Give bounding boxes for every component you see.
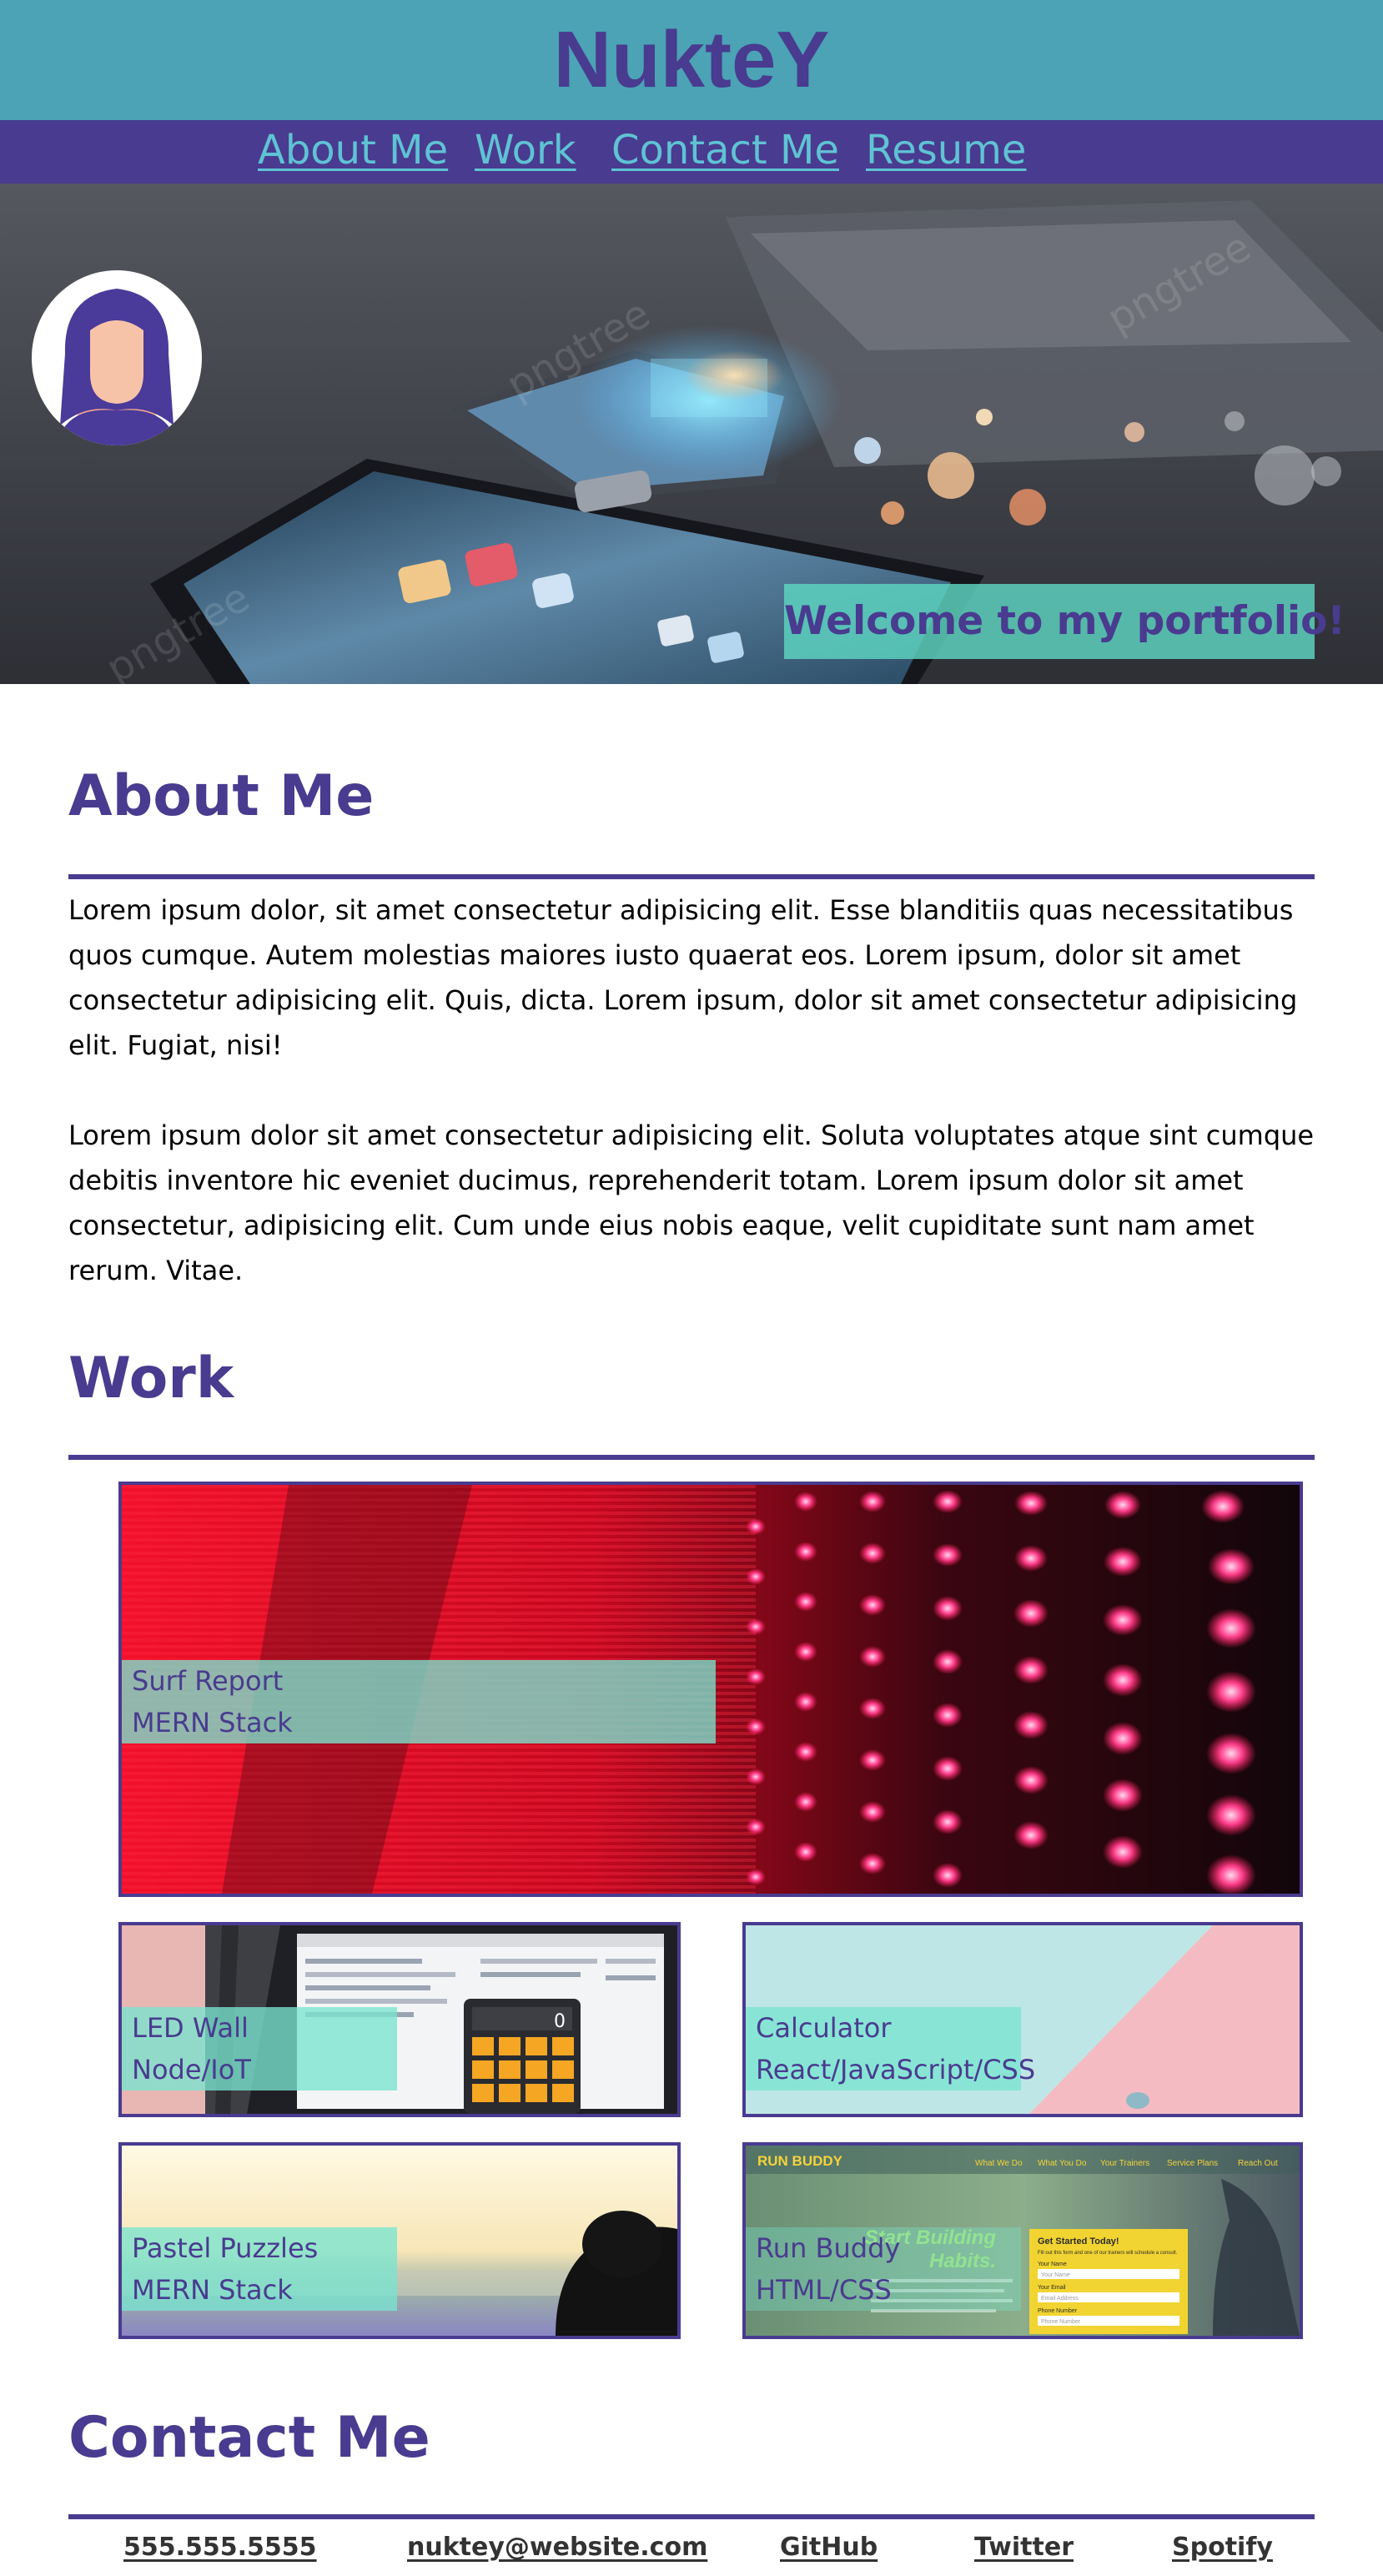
contact-divider — [68, 2514, 1315, 2519]
run-buddy-field-label: Your Email — [1038, 2285, 1066, 2291]
project-title: LED Wall — [132, 2012, 249, 2044]
project-stack: HTML/CSS — [756, 2274, 892, 2306]
project-card-calculator[interactable]: Calculator React/JavaScript/CSS — [742, 1922, 1303, 2117]
project-stack: MERN Stack — [132, 1707, 293, 1738]
work-heading: Work — [68, 1346, 234, 1411]
run-buddy-nav-item: Your Trainers — [1100, 2159, 1149, 2168]
project-label: LED Wall Node/IoT — [122, 2007, 397, 2090]
nav-link-contact[interactable]: Contact Me — [611, 125, 839, 175]
work-divider — [68, 1455, 1315, 1460]
avatar — [32, 270, 202, 445]
welcome-banner: Welcome to my portfolio! — [784, 584, 1345, 659]
nav-bar: About Me Work Contact Me Resume — [0, 120, 1383, 184]
contact-heading: Contact Me — [68, 2405, 430, 2471]
project-title: Surf Report — [132, 1665, 284, 1697]
about-divider — [68, 874, 1315, 879]
about-heading: About Me — [68, 763, 375, 829]
project-stack: React/JavaScript/CSS — [756, 2054, 1036, 2085]
run-buddy-form-desc: Fill out this form and one of our traine… — [1038, 2251, 1178, 2256]
nav-link-work[interactable]: Work — [475, 125, 576, 175]
project-label: Run Buddy HTML/CSS — [746, 2227, 1021, 2311]
run-buddy-field-placeholder: Your Name — [1041, 2272, 1070, 2278]
about-paragraph-2: Lorem ipsum dolor sit amet consectetur a… — [68, 1119, 1315, 1286]
project-stack: MERN Stack — [132, 2274, 293, 2306]
contact-phone-link[interactable]: 555.555.5555 — [123, 2531, 317, 2564]
project-title: Run Buddy — [756, 2232, 901, 2264]
contact-spotify-link[interactable]: Spotify — [1172, 2531, 1273, 2564]
run-buddy-nav-item: Reach Out — [1238, 2159, 1278, 2168]
project-card-led-wall[interactable]: 0 LED Wall Node/IoT — [118, 1922, 681, 2117]
calculator-display: 0 — [554, 2011, 566, 2032]
project-card-run-buddy[interactable]: RUN BUDDY What We Do What You Do Your Tr… — [742, 2142, 1303, 2339]
user-avatar-icon — [57, 289, 177, 445]
contact-twitter-link[interactable]: Twitter — [974, 2531, 1074, 2564]
site-header: NukteY — [0, 0, 1383, 120]
project-label: Surf Report MERN Stack — [122, 1660, 716, 1743]
project-stack: Node/IoT — [132, 2054, 251, 2085]
project-label: Pastel Puzzles MERN Stack — [122, 2227, 397, 2311]
project-label: Calculator React/JavaScript/CSS — [746, 2007, 1036, 2090]
run-buddy-field-placeholder: Phone Number — [1041, 2319, 1081, 2325]
run-buddy-nav-item: What We Do — [975, 2159, 1023, 2168]
run-buddy-field-placeholder: Email Address — [1041, 2296, 1079, 2302]
nav-link-resume[interactable]: Resume — [866, 125, 1026, 175]
contact-email-link[interactable]: nuktey@website.com — [407, 2531, 707, 2564]
site-title: NukteY — [553, 15, 830, 104]
run-buddy-form-title: Get Started Today! — [1038, 2236, 1119, 2246]
project-card-surf-report[interactable]: Surf Report MERN Stack — [118, 1482, 1303, 1897]
run-buddy-field-label: Your Name — [1038, 2262, 1067, 2267]
run-buddy-nav-item: Service Plans — [1167, 2159, 1218, 2168]
about-paragraph-1: Lorem ipsum dolor, sit amet consectetur … — [68, 894, 1298, 1061]
hero-banner: pngtree pngtree pngtree Welcome to my po… — [0, 184, 1383, 684]
contact-github-link[interactable]: GitHub — [780, 2531, 878, 2564]
project-title: Pastel Puzzles — [132, 2232, 319, 2264]
project-title: Calculator — [756, 2012, 892, 2044]
run-buddy-logo: RUN BUDDY — [757, 2153, 843, 2169]
project-card-pastel-puzzles[interactable]: Pastel Puzzles MERN Stack — [118, 2142, 681, 2339]
nav-link-about[interactable]: About Me — [258, 125, 448, 175]
run-buddy-nav-item: What You Do — [1038, 2159, 1087, 2168]
run-buddy-field-label: Phone Number — [1038, 2308, 1078, 2314]
